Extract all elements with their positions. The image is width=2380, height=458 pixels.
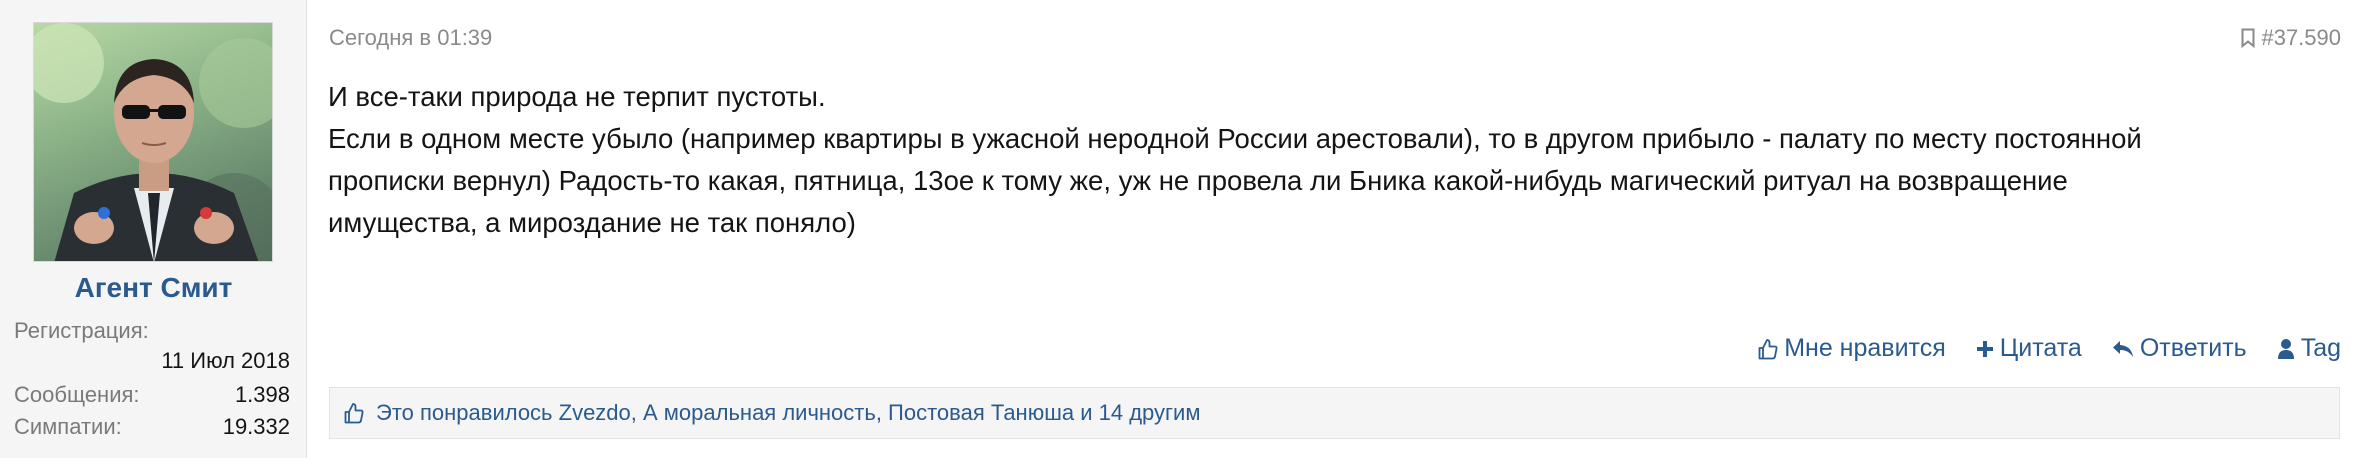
bookmark-icon (2241, 28, 2255, 48)
likes-summary-text[interactable]: Это понравилось Zvezdo, А моральная личн… (376, 400, 1200, 426)
avatar-image (34, 23, 272, 261)
message-line: Если в одном месте убыло (например кварт… (328, 123, 2142, 154)
quote-button[interactable]: Цитата (1976, 334, 2082, 363)
message-line: И все-таки природа не терпит пустоты. (328, 81, 826, 112)
thumbs-up-icon (1758, 338, 1778, 360)
username[interactable]: Агент Смит (0, 272, 307, 304)
tag-button[interactable]: Tag (2277, 334, 2341, 363)
reply-label: Ответить (2139, 334, 2247, 362)
likes-summary: Это понравилось Zvezdo, А моральная личн… (329, 387, 2340, 439)
messages-value[interactable]: 1.398 (235, 382, 290, 408)
plus-icon (1976, 340, 1994, 358)
post-actions: Мне нравится Цитата Ответить Tag (1758, 334, 2341, 363)
likes-label: Симпатии: (14, 414, 122, 439)
post-permalink[interactable]: #37.590 (2241, 25, 2341, 51)
registration-label: Регистрация: (14, 318, 149, 343)
likes-value: 19.332 (222, 414, 290, 439)
messages-label: Сообщения: (14, 382, 140, 407)
post-number: #37.590 (2261, 25, 2341, 50)
post-date[interactable]: Сегодня в 01:39 (329, 25, 492, 51)
message-line: имущества, а мироздание не так поняло) (328, 207, 856, 238)
post-main: Сегодня в 01:39 #37.590 И все-таки приро… (307, 0, 2380, 458)
avatar[interactable] (33, 22, 273, 262)
reply-button[interactable]: Ответить (2112, 334, 2247, 363)
thumbs-up-icon (344, 402, 364, 424)
reply-arrow-icon (2112, 339, 2134, 359)
like-button[interactable]: Мне нравится (1758, 334, 1946, 363)
user-icon (2277, 338, 2295, 360)
message-line: прописки вернул) Радость-то какая, пятни… (328, 165, 2068, 196)
like-label: Мне нравится (1784, 334, 1946, 362)
post-message: И все-таки природа не терпит пустоты. Ес… (328, 76, 2344, 244)
forum-post: Агент Смит Регистрация: 11 Июл 2018 Сооб… (0, 0, 2380, 458)
quote-label: Цитата (1999, 334, 2082, 362)
registration-value: 11 Июл 2018 (161, 348, 290, 373)
tag-label: Tag (2300, 334, 2341, 362)
user-sidebar: Агент Смит Регистрация: 11 Июл 2018 Сооб… (0, 0, 307, 458)
